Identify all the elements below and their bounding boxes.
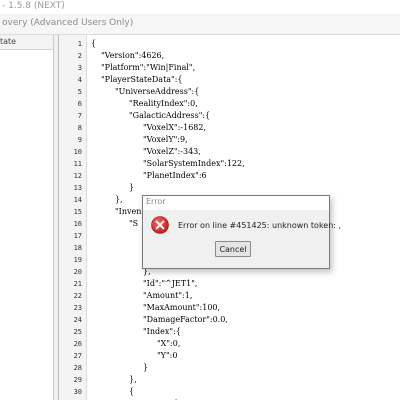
line-number: 13 — [73, 184, 82, 192]
line-number: 5 — [77, 88, 82, 96]
code-line[interactable]: "S — [129, 218, 138, 230]
line-number: 27 — [73, 352, 82, 360]
code-line[interactable]: "Index":{ — [143, 326, 181, 338]
code-line[interactable]: }, — [115, 194, 123, 206]
code-line[interactable]: "GalacticAddress":{ — [129, 110, 210, 122]
line-number: 8 — [77, 124, 82, 132]
dialog-message: Error on line #451425: unknown token: , — [178, 221, 342, 230]
code-line[interactable]: "VoxelY":9, — [143, 134, 188, 146]
menu-item-recovery[interactable]: overy (Advanced Users Only) — [2, 18, 133, 28]
code-line[interactable]: "PlayerStateData":{ — [101, 74, 183, 86]
code-line[interactable]: { — [129, 386, 134, 398]
line-number: 24 — [73, 316, 82, 324]
code-line[interactable]: "RealityIndex":0, — [129, 98, 198, 110]
line-number: 28 — [73, 364, 82, 372]
sidebar-header-label: tate — [0, 37, 17, 46]
line-number: 4 — [77, 76, 82, 84]
line-number: 20 — [73, 268, 82, 276]
code-line[interactable]: "VoxelZ":-343, — [143, 146, 201, 158]
line-number: 19 — [73, 256, 82, 264]
code-line[interactable]: "Platform":"Win|Final", — [101, 62, 195, 74]
code-line[interactable]: "MaxAmount":100, — [143, 302, 220, 314]
line-number: 3 — [77, 64, 82, 72]
line-number: 16 — [73, 220, 82, 228]
sidebar-panel: tate — [0, 35, 54, 400]
code-line[interactable]: "Version":4626, — [101, 50, 164, 62]
code-line[interactable]: "DamageFactor":0.0, — [143, 314, 228, 326]
line-number: 12 — [73, 172, 82, 180]
line-number: 22 — [73, 292, 82, 300]
window-titlebar: - 1.5.8 (NEXT) — [0, 0, 400, 14]
code-line[interactable]: "X":0, — [157, 338, 180, 350]
line-number: 1 — [77, 40, 82, 48]
line-number: 30 — [73, 388, 82, 396]
code-line[interactable]: "UniverseAddress":{ — [115, 86, 199, 98]
line-number: 6 — [77, 100, 82, 108]
line-number: 11 — [73, 160, 82, 168]
error-dialog: Error Error on line #451425: unknown tok… — [142, 195, 341, 269]
cancel-button[interactable]: Cancel — [215, 241, 251, 257]
code-line[interactable]: } — [129, 182, 134, 194]
sidebar-header[interactable]: tate — [0, 35, 53, 50]
line-number: 2 — [77, 52, 82, 60]
line-number: 26 — [73, 340, 82, 348]
code-line[interactable]: "Inven — [115, 206, 141, 218]
line-number: 25 — [73, 328, 82, 336]
menu-bar: overy (Advanced Users Only) — [0, 14, 400, 35]
code-line[interactable]: }, — [129, 374, 137, 386]
error-icon — [151, 216, 169, 234]
line-number: 18 — [73, 244, 82, 252]
dialog-title: Error — [146, 197, 166, 206]
dialog-titlebar: Error — [143, 196, 329, 210]
code-line[interactable]: "SolarSystemIndex":122, — [143, 158, 245, 170]
line-number: 29 — [73, 376, 82, 384]
line-number: 17 — [73, 232, 82, 240]
code-line[interactable]: { — [91, 38, 96, 50]
line-number: 9 — [77, 136, 82, 144]
line-number: 14 — [73, 196, 82, 204]
line-number-gutter: 1 2 3 4 5 6 7 8 9 10 11 12 13 14 15 16 17 18 19 20 21 22 23 24 2… — [59, 35, 87, 400]
line-number: 23 — [73, 304, 82, 312]
line-number: 15 — [73, 208, 82, 216]
line-number: 21 — [73, 280, 82, 288]
line-number: 7 — [77, 112, 82, 120]
code-line[interactable]: } — [143, 362, 148, 374]
code-line[interactable]: "Id":"^JET1", — [143, 278, 197, 290]
code-line[interactable]: "VoxelX":-1682, — [143, 122, 206, 134]
line-number: 10 — [73, 148, 82, 156]
code-line[interactable]: "Amount":1, — [143, 290, 192, 302]
code-line[interactable]: "PlanetIndex":6 — [143, 170, 207, 182]
code-line[interactable]: "Y":0 — [157, 350, 177, 362]
window-title: - 1.5.8 (NEXT) — [2, 1, 65, 11]
